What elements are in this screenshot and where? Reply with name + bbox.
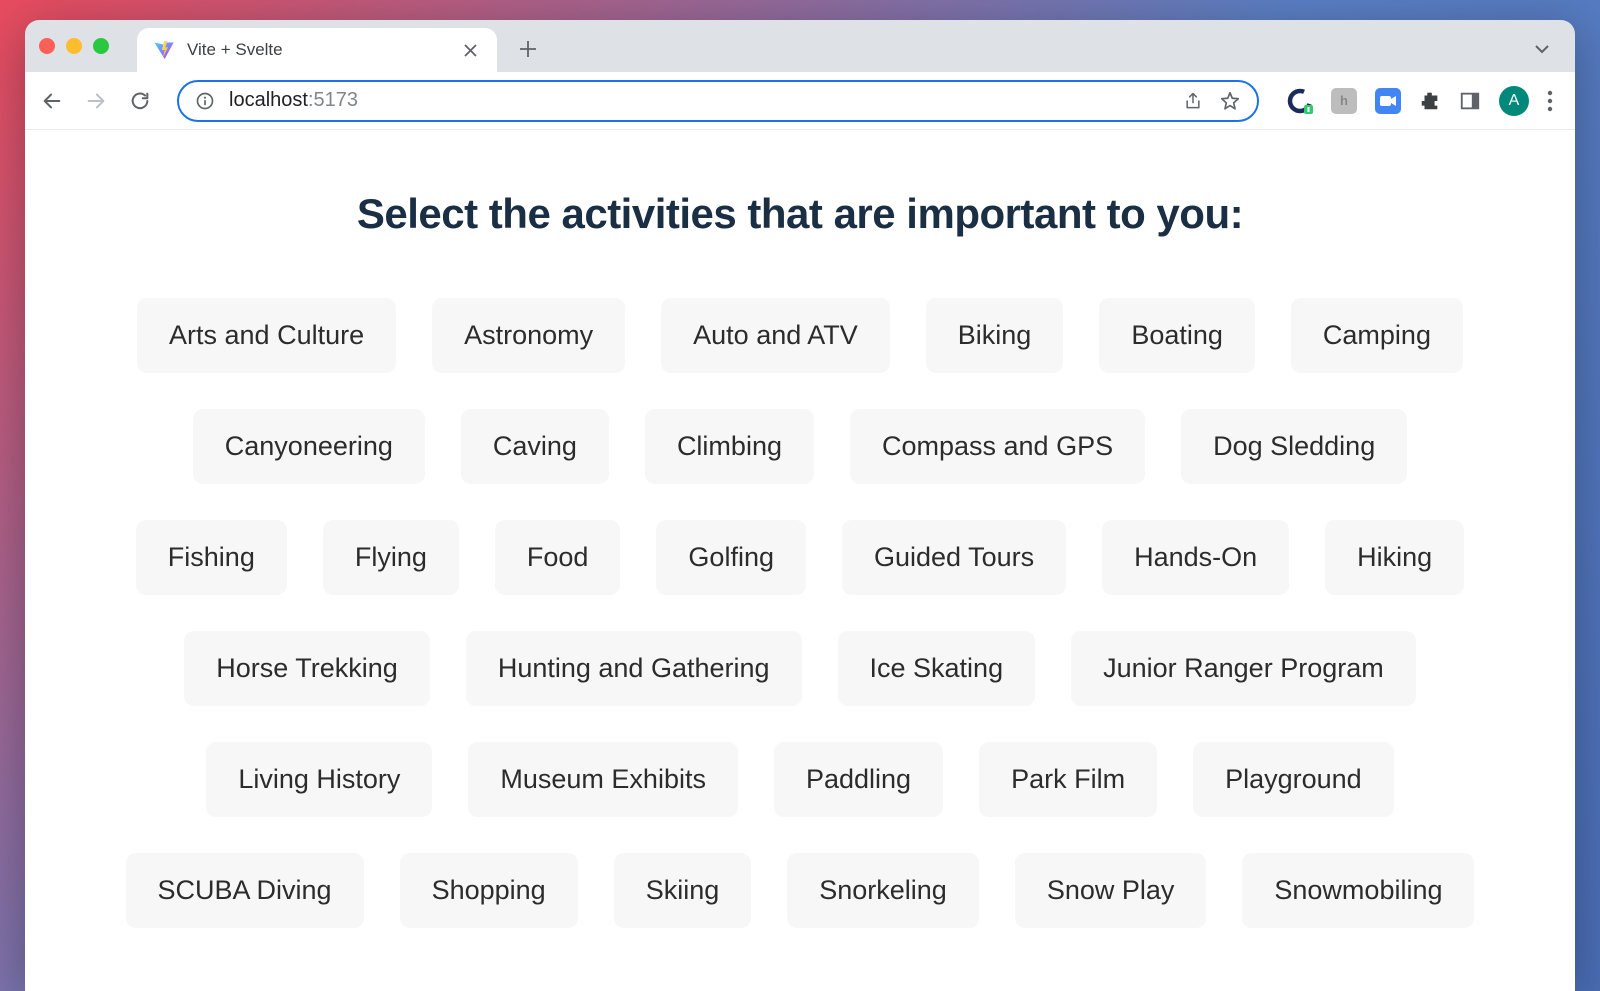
activity-chip[interactable]: Arts and Culture [137,298,396,373]
forward-button[interactable] [85,90,107,112]
extension-icon-2[interactable]: h [1331,88,1357,114]
activity-chip[interactable]: Flying [323,520,459,595]
activity-chip[interactable]: Dog Sledding [1181,409,1407,484]
url-port: :5173 [308,89,358,111]
activity-chip[interactable]: Food [495,520,621,595]
page-content: Select the activities that are important… [25,130,1575,991]
activity-chip[interactable]: SCUBA Diving [126,853,364,928]
activity-chip[interactable]: Hiking [1325,520,1464,595]
activity-chip[interactable]: Auto and ATV [661,298,890,373]
activity-chip[interactable]: Boating [1099,298,1255,373]
minimize-window-button[interactable] [66,38,82,54]
address-bar[interactable]: localhost:5173 [177,80,1259,122]
maximize-window-button[interactable] [93,38,109,54]
vite-favicon-icon [153,39,175,61]
activity-chip[interactable]: Hunting and Gathering [466,631,802,706]
new-tab-button[interactable] [519,40,537,58]
extensions-button[interactable] [1419,90,1441,112]
activity-chip[interactable]: Skiing [614,853,752,928]
tabs-dropdown-button[interactable] [1533,40,1551,58]
close-tab-button[interactable] [463,43,481,58]
avatar-initial: A [1509,92,1520,110]
activity-chip[interactable]: Caving [461,409,609,484]
profile-avatar[interactable]: A [1499,86,1529,116]
activities-list: Arts and Culture Astronomy Auto and ATV Bik… [120,298,1480,928]
share-icon[interactable] [1183,91,1203,111]
tab-title: Vite + Svelte [187,40,451,60]
activity-chip[interactable]: Museum Exhibits [468,742,738,817]
activity-chip[interactable]: Golfing [656,520,806,595]
activity-chip[interactable]: Biking [926,298,1064,373]
activity-chip[interactable]: Astronomy [432,298,625,373]
activity-chip[interactable]: Camping [1291,298,1463,373]
site-info-icon[interactable] [195,91,215,111]
page-heading: Select the activities that are important… [95,190,1505,238]
toolbar-right: h A [1287,86,1553,116]
activity-chip[interactable]: Snorkeling [787,853,979,928]
activity-chip[interactable]: Shopping [400,853,578,928]
activity-chip[interactable]: Horse Trekking [184,631,430,706]
activity-chip[interactable]: Snowmobiling [1242,853,1474,928]
url-text: localhost:5173 [229,89,1169,112]
reload-button[interactable] [129,90,151,112]
activity-chip[interactable]: Fishing [136,520,287,595]
activity-chip[interactable]: Living History [206,742,432,817]
nav-controls [41,90,151,112]
activity-chip[interactable]: Compass and GPS [850,409,1145,484]
activity-chip[interactable]: Park Film [979,742,1157,817]
activity-chip[interactable]: Paddling [774,742,943,817]
bookmark-star-icon[interactable] [1219,90,1241,112]
side-panel-icon[interactable] [1459,90,1481,112]
activity-chip[interactable]: Canyoneering [193,409,425,484]
activity-chip[interactable]: Junior Ranger Program [1071,631,1416,706]
url-host: localhost [229,89,308,111]
activity-chip[interactable]: Playground [1193,742,1394,817]
activity-chip[interactable]: Snow Play [1015,853,1207,928]
activity-chip[interactable]: Ice Skating [838,631,1036,706]
browser-menu-button[interactable] [1547,90,1553,112]
activity-chip[interactable]: Hands-On [1102,520,1289,595]
browser-window: Vite + Svelte [25,20,1575,991]
window-controls [39,38,109,54]
browser-tab[interactable]: Vite + Svelte [137,28,497,72]
tab-bar: Vite + Svelte [25,20,1575,72]
activity-chip[interactable]: Climbing [645,409,814,484]
close-window-button[interactable] [39,38,55,54]
toolbar: localhost:5173 h [25,72,1575,130]
extension-icon-1[interactable] [1287,88,1313,114]
back-button[interactable] [41,90,63,112]
extension-icon-3[interactable] [1375,88,1401,114]
activity-chip[interactable]: Guided Tours [842,520,1066,595]
address-bar-actions [1183,90,1241,112]
